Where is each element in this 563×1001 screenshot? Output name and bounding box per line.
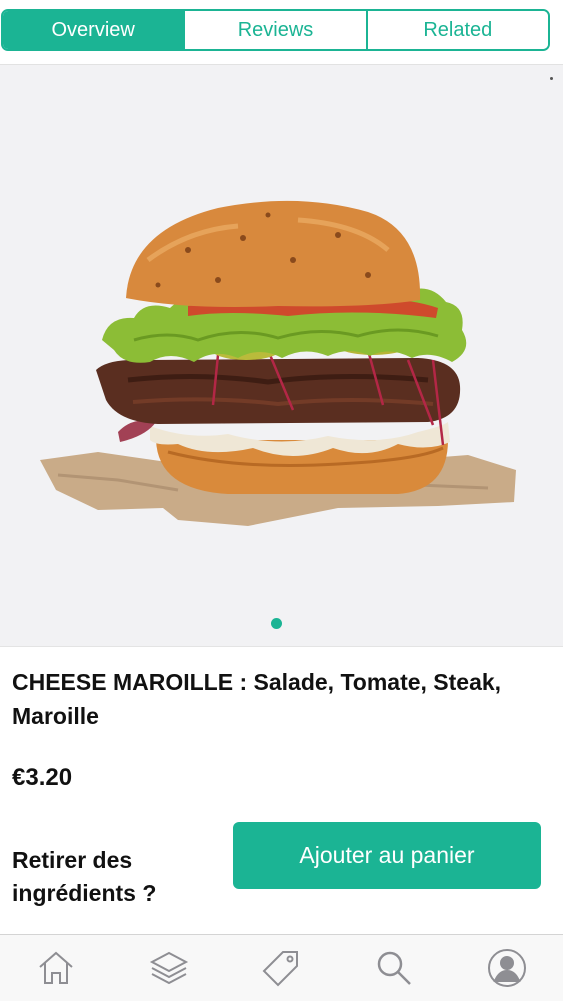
pagination-dot xyxy=(271,618,282,629)
remove-ingredients-link[interactable]: Retirer des ingrédients ? xyxy=(12,844,212,910)
gallery-edge-marker xyxy=(550,77,553,80)
top-segmented-header: Overview Reviews Related xyxy=(0,0,563,65)
tag-icon[interactable] xyxy=(259,946,303,990)
tab-related[interactable]: Related xyxy=(365,11,548,49)
bottom-tab-bar xyxy=(0,934,563,1001)
user-icon[interactable] xyxy=(485,946,529,990)
tab-reviews[interactable]: Reviews xyxy=(183,11,366,49)
home-icon[interactable] xyxy=(34,946,78,990)
product-image-gallery[interactable] xyxy=(0,65,563,647)
layers-icon[interactable] xyxy=(147,946,191,990)
segmented-control: Overview Reviews Related xyxy=(1,9,550,51)
product-details: CHEESE MAROILLE : Salade, Tomate, Steak,… xyxy=(0,647,563,934)
product-price: €3.20 xyxy=(12,764,73,791)
tab-overview[interactable]: Overview xyxy=(3,11,184,49)
product-title: CHEESE MAROILLE : Salade, Tomate, Steak,… xyxy=(12,669,502,729)
add-to-cart-button[interactable]: Ajouter au panier xyxy=(233,822,541,889)
search-icon[interactable] xyxy=(372,946,416,990)
burger-image xyxy=(40,200,516,526)
